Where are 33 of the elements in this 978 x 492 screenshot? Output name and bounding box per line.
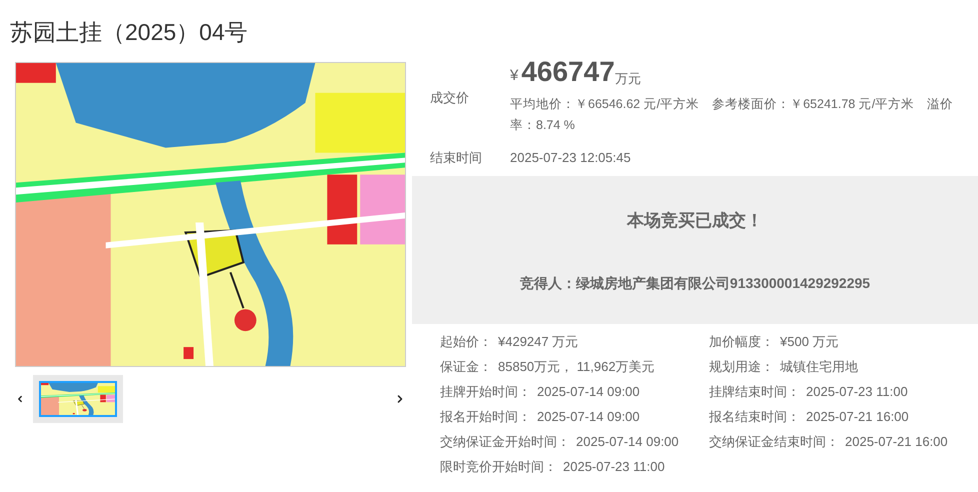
end-time-label: 结束时间 [430, 149, 483, 167]
info-value: 城镇住宅用地 [780, 358, 858, 376]
info-value: 85850万元， 11,962万美元 [498, 358, 655, 376]
winner-text: 竞得人：绿城房地产集团有限公司913300001429292295 [520, 274, 870, 293]
info-label: 挂牌结束时间： [709, 383, 800, 402]
price-label: 成交价 [430, 89, 470, 107]
end-time-value: 2025-07-23 12:05:45 [510, 149, 631, 167]
price-amount: 466747 [521, 58, 615, 86]
currency-symbol: ¥ [510, 68, 518, 83]
info-label: 保证金： [440, 358, 492, 376]
info-label: 规划用途： [709, 358, 774, 376]
price-unit: 万元 [614, 72, 641, 85]
info-value: 2025-07-23 11:00 [806, 383, 908, 402]
result-status: 本场竞买已成交！ [627, 210, 763, 232]
info-value: 2025-07-14 09:00 [537, 408, 640, 426]
info-label: 限时竞价开始时间： [440, 458, 557, 476]
info-value: 2025-07-21 16:00 [845, 433, 948, 452]
info-label: 交纳保证金开始时间： [440, 433, 570, 452]
map-thumbnail[interactable] [33, 375, 123, 423]
info-label: 报名结束时间： [709, 408, 800, 426]
info-label: 报名开始时间： [440, 408, 531, 426]
info-value: ¥429247 万元 [498, 333, 578, 352]
page-title: 苏园土挂（2025）04号 [10, 18, 248, 47]
info-value: ¥500 万元 [780, 333, 839, 352]
info-label: 加价幅度： [709, 333, 774, 352]
price-details: 平均地价：￥66546.62 元/平方米 参考楼面价：￥65241.78 元/平方米 溢价率：8.74 % [510, 96, 954, 134]
info-label: 挂牌开始时间： [440, 383, 531, 402]
info-value: 2025-07-21 16:00 [806, 408, 909, 426]
info-label: 交纳保证金结束时间： [709, 433, 839, 452]
info-label: 起始价： [440, 333, 492, 352]
info-value: 2025-07-14 09:00 [537, 383, 640, 402]
info-value: 2025-07-23 11:00 [563, 458, 665, 476]
info-value: 2025-07-14 09:00 [576, 433, 679, 452]
